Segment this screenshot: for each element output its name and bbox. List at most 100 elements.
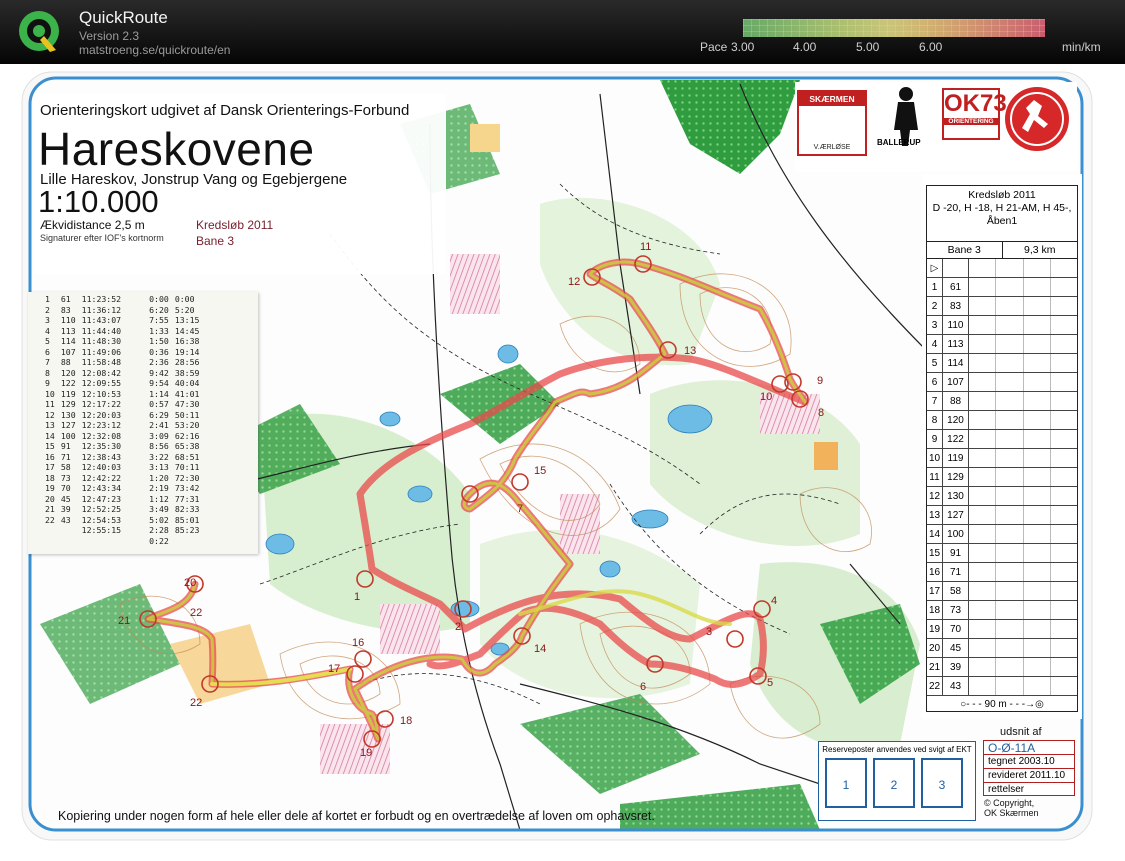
contour-interval: Ækvidistance 2,5 m (40, 218, 145, 232)
cd-symbol-cell (1051, 658, 1077, 676)
cd-symbol-cell (1051, 316, 1077, 334)
cd-symbol-cell (1051, 335, 1077, 353)
cd-control-row: 5 114 (927, 354, 1077, 373)
cd-symbol-cell (1051, 544, 1077, 562)
split-cell: 12:47:23 (81, 493, 122, 504)
split-cell: 3 (45, 315, 50, 326)
cd-control-number: 5 (927, 354, 943, 372)
split-cell: 12:55:15 (81, 525, 122, 536)
cd-symbol-cell (996, 544, 1024, 562)
split-cell: 11:58:48 (81, 357, 122, 368)
cd-symbol-cell (996, 373, 1024, 391)
split-cell: 12:08:42 (81, 367, 122, 378)
split-cell: 12:17:22 (81, 399, 122, 410)
cd-symbol-cell (969, 658, 997, 676)
cd-symbol-cell (996, 487, 1024, 505)
cd-control-number: 2 (927, 297, 943, 315)
split-cell: 1:20 (149, 472, 169, 483)
orienteering-map[interactable]: 1 2 3 4 5 6 7 8 9 10 11 12 13 14 15 16 1… (0, 64, 1125, 861)
cd-control-row: 11 129 (927, 468, 1077, 487)
map-section-id: O-Ø-11A (984, 741, 1074, 755)
split-row: 6 107 11:49:06 0:36 19:14 (42, 347, 202, 358)
split-cell: 2:28 (149, 525, 169, 536)
split-cell: 122 (60, 378, 76, 389)
copyright-note: © Copyright, OK Skærmen (984, 798, 1039, 818)
cd-control-code: 100 (943, 525, 969, 543)
cd-symbol-cell (1024, 601, 1051, 619)
split-cell: 12:20:03 (81, 409, 122, 420)
split-cell: 77:31 (174, 493, 200, 504)
cd-symbol-cell (969, 449, 997, 467)
cd-control-number: 4 (927, 335, 943, 353)
split-cell: 6:29 (149, 409, 169, 420)
cd-symbol-cell (969, 373, 997, 391)
skaermen-logo: SKÆRMEN V.ÆRLØSE (797, 90, 867, 156)
cd-course-row: Bane 3 9,3 km (927, 242, 1077, 259)
cd-symbol-cell (1051, 430, 1077, 448)
split-row: 12 130 12:20:03 6:29 50:11 (42, 410, 202, 421)
split-cell: 127 (60, 420, 76, 431)
split-cell: 5:02 (149, 514, 169, 525)
cd-symbol-cell (1051, 354, 1077, 372)
app-version: Version 2.3 (79, 29, 140, 43)
cd-symbol-cell (1051, 601, 1077, 619)
split-cell: 110 (60, 315, 76, 326)
cd-symbol-cell (996, 316, 1024, 334)
split-cell: 1:14 (149, 388, 169, 399)
split-cell: 12 (45, 409, 55, 420)
cd-control-number: 7 (927, 392, 943, 410)
cd-control-code: 88 (943, 392, 969, 410)
cd-control-code: 122 (943, 430, 969, 448)
split-cell: 0:00 (149, 294, 169, 305)
cd-control-code: 127 (943, 506, 969, 524)
app-url-link[interactable]: matstroeng.se/quickroute/en (79, 43, 230, 57)
cd-symbol-cell (1051, 620, 1077, 638)
split-cell: 12:54:53 (81, 514, 122, 525)
ok73-logo: OK73 ORIENTERING (942, 88, 1007, 140)
split-times-paper: 1 61 11:23:52 0:00 0:00 2 83 11:36:12 6:20 5:20 3 1… (28, 292, 258, 554)
cd-control-row: 22 43 (927, 677, 1077, 696)
cd-symbol-cell (1024, 392, 1051, 410)
cd-symbol-cell (996, 506, 1024, 524)
split-cell: 12:23:12 (81, 420, 122, 431)
svg-text:6: 6 (640, 681, 646, 693)
cd-control-number: 18 (927, 601, 943, 619)
split-cell: 11 (45, 399, 55, 410)
cd-control-row: 21 39 (927, 658, 1077, 677)
split-cell: 4 (45, 325, 50, 336)
cd-symbol-cell (969, 506, 997, 524)
cd-symbol-cell (969, 297, 997, 315)
cd-control-row: 15 91 (927, 544, 1077, 563)
cd-symbol-cell (1024, 468, 1051, 486)
cd-control-number: 15 (927, 544, 943, 562)
cd-symbol-cell (1051, 582, 1077, 600)
cd-control-code: 58 (943, 582, 969, 600)
split-cell: 6:20 (149, 304, 169, 315)
split-cell: 71 (60, 451, 71, 462)
svg-text:13: 13 (684, 345, 696, 357)
cd-control-code: 83 (943, 297, 969, 315)
cd-symbol-cell (969, 563, 997, 581)
copyright-label: © Copyright, (984, 798, 1035, 808)
ballerup-logo: BALLERUP (873, 86, 943, 158)
cd-symbol-cell (1051, 373, 1077, 391)
svg-text:1: 1 (354, 591, 360, 603)
reserve-cell-2: 2 (873, 758, 915, 808)
split-cell: 3:22 (149, 451, 169, 462)
cd-symbol-cell (1024, 278, 1051, 296)
cd-control-number: 22 (927, 677, 943, 695)
split-cell: 11:36:12 (81, 304, 122, 315)
cd-control-code: 39 (943, 658, 969, 676)
split-cell: 113 (60, 325, 76, 336)
split-cell: 3:49 (149, 504, 169, 515)
split-cell: 1:12 (149, 493, 169, 504)
split-row: 22 43 12:54:53 5:02 85:01 (42, 515, 202, 526)
cd-control-row: 18 73 (927, 601, 1077, 620)
cd-control-row: 12 130 (927, 487, 1077, 506)
cd-finish-distance: 90 m (984, 699, 1007, 710)
split-cell (172, 536, 203, 547)
split-cell: 73 (60, 472, 71, 483)
cd-control-code: 129 (943, 468, 969, 486)
cd-symbol-cell (1024, 449, 1051, 467)
cd-control-row: 16 71 (927, 563, 1077, 582)
